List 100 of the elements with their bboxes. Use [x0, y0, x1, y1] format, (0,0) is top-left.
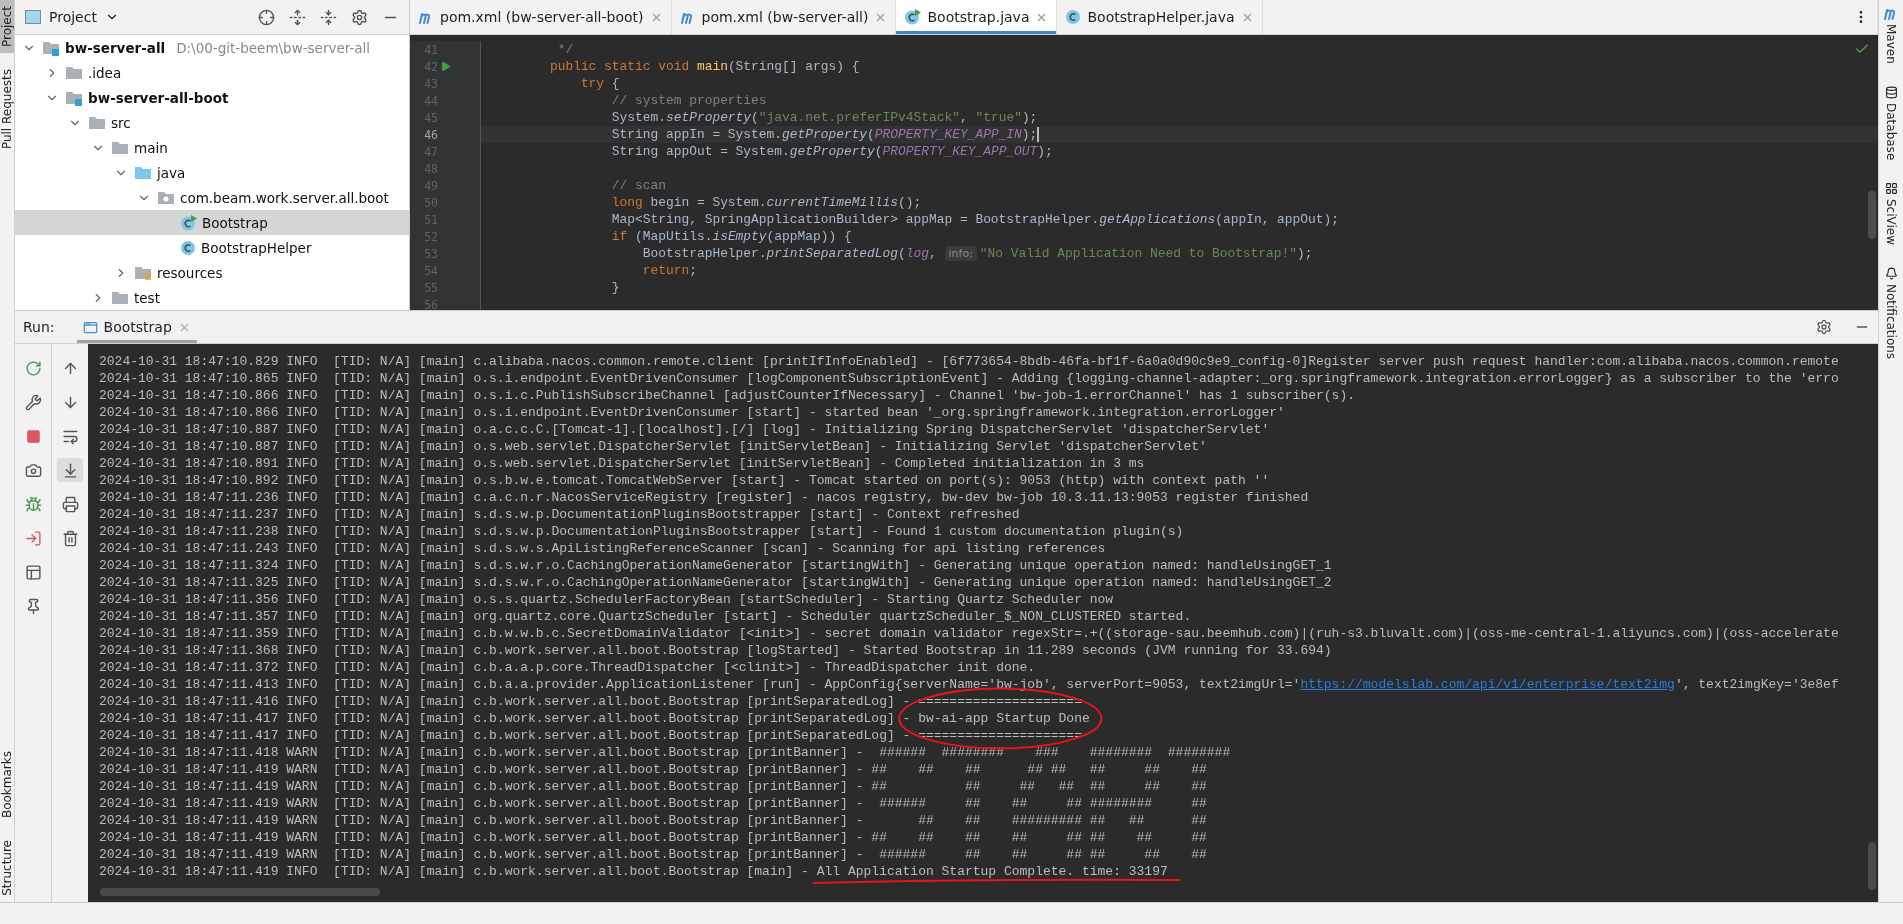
text-caret	[1037, 127, 1040, 142]
log-line: 2024-10-31 18:47:11.419 WARN [TID: N/A] [main] c.b.work.server.all.boot.Bootstrap [printBanner] - ## ## ## ## ## ## ## ##	[99, 761, 1208, 778]
side-tab[interactable]: SciView	[1879, 176, 1903, 252]
tree-item-label: test	[134, 289, 160, 306]
line-number: 46	[423, 127, 438, 142]
code-line: if (MapUtils.isEmpty(appMap)) {	[610, 228, 852, 245]
printer-icon	[61, 495, 79, 513]
log-line: 2024-10-31 18:47:10.887 INFO [TID: N/A] [main] o.s.web.servlet.DispatcherServlet [initServletBean] - Initializing Servlet 'dispatcherServlet'	[99, 438, 1208, 455]
tree-item-label: main	[134, 139, 168, 156]
code-line: Map<String, SpringApplicationBuilder> appMap = BootstrapHelper.getApplications(appIn, appOut);	[610, 211, 1339, 228]
editor-tab[interactable]: pom.xml (bw-server-all-boot)	[410, 0, 672, 34]
scrollbar-thumb[interactable]	[100, 888, 380, 896]
run-icon[interactable]	[439, 61, 451, 72]
log-line: 2024-10-31 18:47:11.357 INFO [TID: N/A] [main] org.quartz.core.QuartzScheduler [start] - Scheduler quartzScheduler_$_NON_CLUSTERED started.	[99, 608, 1193, 625]
code-line: return;	[641, 262, 697, 279]
side-tab[interactable]: Pull Requests	[0, 63, 14, 156]
log-line: 2024-10-31 18:47:11.417 INFO [TID: N/A] [main] c.b.work.server.all.boot.Bootstrap [printSeparatedLog] - bw-ai-app Startup Done	[99, 710, 1091, 727]
code-line: // system properties	[610, 92, 767, 109]
log-line: 2024-10-31 18:47:10.865 INFO [TID: N/A] [main] o.s.i.endpoint.EventDrivenConsumer [logComponentSubscriptionEvent] - Adding {logging-channel-adapter:_org.springframework.integration.errorLogger} as a subscriber to the 'erro	[99, 370, 1840, 387]
tree-item[interactable]: resources	[15, 260, 409, 285]
log-line: 2024-10-31 18:47:11.416 INFO [TID: N/A] [main] c.b.work.server.all.boot.Bootstrap [printSeparatedLog] - =====================	[99, 693, 1083, 710]
tree-item[interactable]: src	[15, 110, 409, 135]
log-line: 2024-10-31 18:47:11.368 INFO [TID: N/A] [main] c.b.work.server.all.boot.Bootstrap [logStarted] - Started Bootstrap in 11.289 seconds (JVM running for 33.694)	[99, 642, 1333, 659]
log-line: 2024-10-31 18:47:11.359 INFO [TID: N/A] [main] c.b.w.w.b.c.SecretDomainValidator [<init>] - secret domain validator regexStr=.+((storage-sau.beemhub.com)|(ruh-s3.bluvalt.com)|(oss-me-central-1.aliyuncs.com)|(oss-accelerate	[99, 625, 1840, 642]
side-tab[interactable]: Bookmarks	[0, 745, 14, 825]
tree-item-label: java	[157, 164, 186, 181]
folder-icon	[65, 64, 83, 81]
folder-icon	[111, 289, 129, 306]
tree-item[interactable]: bw-server-all D:\00-git-beem\bw-server-all	[15, 35, 409, 60]
log-line: 2024-10-31 18:47:10.829 INFO [TID: N/A] [main] c.alibaba.nacos.common.remote.client [printIfInfoEnabled] - [6f773654-8bdb-46fa-bf1f-6a0a0d90c9e9_config-0]Register server push request handler:com.alibaba.nacos.common.remote	[99, 353, 1840, 370]
tree-item[interactable]: .idea	[15, 60, 409, 85]
runnable-class-icon	[180, 214, 197, 231]
grid-icon	[1884, 182, 1898, 196]
tree-item-label: bw-server-all	[65, 39, 166, 56]
code-line: }	[610, 279, 620, 296]
code-line: BootstrapHelper.printSeparatedLog(log, info: "No Valid Application Need to Bootstrap!");	[641, 245, 1313, 262]
code-line: */	[556, 41, 574, 58]
package-folder-icon	[157, 189, 175, 206]
log-line: 2024-10-31 18:47:11.419 WARN [TID: N/A] [main] c.b.work.server.all.boot.Bootstrap [printBanner] - ## ## ## ## ## ## ## ##	[99, 829, 1208, 846]
tree-item[interactable]: bw-server-all-boot	[15, 85, 409, 110]
tree-item[interactable]: test	[15, 285, 409, 310]
log-line: 2024-10-31 18:47:10.887 INFO [TID: N/A] [main] o.a.c.c.C.[Tomcat-1].[localhost].[/] [log] - Initializing Spring DispatcherServlet 'dispatcherServlet'	[99, 421, 1271, 438]
log-line: 2024-10-31 18:47:11.243 INFO [TID: N/A] [main] s.d.s.w.s.ApiListingReferenceScanner [scan] - Scanning for api listing references	[99, 540, 1107, 557]
scrollbar-thumb[interactable]	[1868, 191, 1876, 239]
side-tab-label: Notifications	[1884, 284, 1898, 360]
scroll-to-end-button[interactable]	[57, 458, 83, 482]
bell-icon	[1884, 267, 1898, 281]
folder-icon	[111, 139, 129, 156]
side-tab[interactable]: Project	[0, 0, 14, 54]
panel-title[interactable]: Project	[49, 9, 97, 25]
window-icon	[25, 10, 41, 24]
tree-item[interactable]: com.beam.work.server.all.boot	[15, 185, 409, 210]
code-line: try {	[579, 75, 620, 92]
editor-tab[interactable]: BootstrapHelper.java	[1057, 0, 1263, 34]
log-line: 2024-10-31 18:47:11.419 WARN [TID: N/A] [main] c.b.work.server.all.boot.Bootstrap [printBanner] - ## ## ######### ## ## ##	[99, 812, 1208, 829]
module-folder-icon	[65, 89, 83, 106]
tree-item[interactable]: main	[15, 135, 409, 160]
side-tab[interactable]: Structure	[0, 834, 14, 902]
tree-item-label: bw-server-all-boot	[88, 89, 229, 106]
tree-item[interactable]: Bootstrap	[15, 210, 409, 235]
collapse-all-icon[interactable]	[320, 8, 337, 26]
log-line: 2024-10-31 18:47:10.866 INFO [TID: N/A] [main] o.s.i.c.PublishSubscribeChannel [adjustCounterIfNecessary] - Channel 'bw-job-1.errorChannel' has 1 subscriber(s).	[99, 387, 1356, 404]
stop-icon	[25, 428, 41, 444]
code-line: System.setProperty("java.net.preferIPv4Stack", "true");	[610, 109, 1038, 126]
scrollbar-thumb[interactable]	[1868, 842, 1876, 890]
settings-icon[interactable]	[1816, 319, 1832, 335]
side-tab-label: SciView	[1884, 199, 1898, 246]
expand-all-icon[interactable]	[289, 8, 306, 26]
side-tab[interactable]: Database	[1879, 79, 1903, 167]
side-tab[interactable]: Maven	[1879, 0, 1903, 70]
log-line: 2024-10-31 18:47:11.356 INFO [TID: N/A] [main] o.s.s.quartz.SchedulerFactoryBean [startScheduler] - Starting Quartz Scheduler now	[99, 591, 1115, 608]
log-line: 2024-10-31 18:47:11.236 INFO [TID: N/A] [main] c.a.c.n.r.NacosServiceRegistry [register] - nacos registry, bw-dev bw-job 10.3.11.13:9053 register finished	[99, 489, 1310, 506]
log-line: 2024-10-31 18:47:11.419 INFO [TID: N/A] [main] c.b.work.server.all.boot.Bootstrap [main] - All Application Startup Complete. time: 33197	[99, 863, 1169, 880]
log-line: 2024-10-31 18:47:11.372 INFO [TID: N/A] [main] c.b.a.a.p.core.ThreadDispatcher [<clinit>] - ThreadDispatcher init done.	[99, 659, 1037, 676]
log-line: 2024-10-31 18:47:11.237 INFO [TID: N/A] [main] s.d.s.w.p.DocumentationPluginsBootstrapper [start] - Context refreshed	[99, 506, 1021, 523]
locate-icon[interactable]	[258, 8, 275, 26]
exit-icon	[24, 529, 42, 547]
log-line: 2024-10-31 18:47:10.866 INFO [TID: N/A] [main] o.s.i.endpoint.EventDrivenConsumer [start] - started bean '_org.springframework.integration.errorLogger'	[99, 404, 1286, 421]
resources-folder-icon	[134, 264, 152, 281]
code-line: String appOut = System.getProperty(PROPERTY_KEY_APP_OUT);	[610, 143, 1053, 160]
project-path: D:\00-git-beem\bw-server-all	[176, 39, 371, 56]
log-line: 2024-10-31 18:47:11.418 WARN [TID: N/A] [main] c.b.work.server.all.boot.Bootstrap [printBanner] - ###### ######## ### ######## ########	[99, 744, 1232, 761]
side-tab-label: Maven	[1884, 24, 1898, 64]
log-line: 2024-10-31 18:47:11.413 INFO [TID: N/A] [main] c.b.a.a.provider.ApplicationListener [run] - AppConfig{serverName='bw-job', serverPort=9053, text2imgUrl='https://modelslab.com/api/v1/enterprise/text2img', text2imgKey='3e8ef	[99, 676, 1840, 693]
tree-item-label: BootstrapHelper	[201, 239, 312, 256]
trash-icon	[61, 529, 79, 547]
runnable-class-icon	[904, 9, 922, 25]
settings-icon[interactable]	[351, 8, 368, 26]
code-line: String appIn = System.getProperty(PROPERTY_KEY_APP_IN);	[610, 126, 1040, 143]
side-tab[interactable]: Notifications	[1879, 261, 1903, 366]
editor-tab[interactable]: Bootstrap.java	[896, 0, 1058, 34]
run-tab[interactable]: Bootstrap	[76, 311, 197, 343]
tree-item[interactable]: java	[15, 160, 409, 185]
log-line: 2024-10-31 18:47:10.891 INFO [TID: N/A] [main] o.s.web.servlet.DispatcherServlet [initServletBean] - Completed initialization in 3 ms	[99, 455, 1146, 472]
code-line: // scan	[610, 177, 666, 194]
layout-icon	[24, 563, 42, 581]
tree-item[interactable]: BootstrapHelper	[15, 235, 409, 260]
code-line: long begin = System.currentTimeMillis();	[610, 194, 922, 211]
log-line: 2024-10-31 18:47:11.419 WARN [TID: N/A] [main] c.b.work.server.all.boot.Bootstrap [printBanner] - ###### ## ## ## ######## ##	[99, 795, 1208, 812]
code-line: public static void main(String[] args) {	[548, 58, 860, 75]
